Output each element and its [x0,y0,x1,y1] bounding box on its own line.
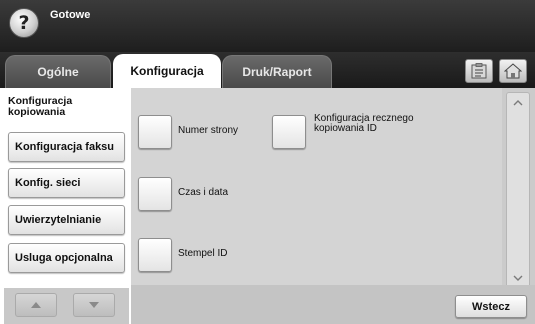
manual-id-copy-button[interactable] [272,115,306,149]
tab-strip: Ogólne Konfiguracja Druk/Raport [0,52,535,88]
sidebar-item-optional-service[interactable]: Usluga opcjonalna [8,243,125,273]
device-screen: ? Gotowe Ogólne Konfiguracja Druk/Raport… [0,0,535,324]
sidebar-pager [4,288,129,324]
time-date-button[interactable] [138,177,172,211]
sidebar-item-authentication[interactable]: Uwierzytelnianie [8,205,125,235]
help-button[interactable]: ? [9,8,39,38]
stamp-id-label: Stempel ID [178,248,228,259]
clipboard-button[interactable] [465,59,493,83]
stamp-id-button[interactable] [138,238,172,272]
page-number-button[interactable] [138,115,172,149]
sidebar-item-copy-setup[interactable]: Konfiguracja kopiowania [0,88,131,128]
tab-configuration[interactable]: Konfiguracja [113,54,221,88]
sidebar-item-network-setup[interactable]: Konfig. sieci [8,168,125,198]
sidebar-up-button[interactable] [15,293,57,317]
bottom-bar: Wstecz [131,285,535,324]
home-icon [504,63,522,79]
manual-id-copy-label: Konfiguracja recznego kopiowania ID [314,113,414,134]
chevron-up-icon [513,100,523,106]
tab-print-report[interactable]: Druk/Raport [222,55,332,88]
options-area: Numer strony Czas i data Stempel ID Konf… [131,88,502,285]
page-number-label: Numer strony [178,125,239,136]
main-panel: Numer strony Czas i data Stempel ID Konf… [131,88,535,324]
help-icon: ? [18,11,30,34]
status-text: Gotowe [50,9,91,21]
scroll-down-button[interactable] [509,270,527,286]
chevron-down-icon [513,275,523,281]
triangle-up-icon [31,302,41,308]
sidebar-item-fax-setup[interactable]: Konfiguracja faksu [8,132,125,162]
triangle-down-icon [89,302,99,308]
clipboard-icon [471,63,487,79]
back-button[interactable]: Wstecz [455,295,527,318]
scrollbar[interactable] [506,92,530,289]
tab-general[interactable]: Ogólne [5,55,111,88]
status-bar: ? Gotowe [0,0,535,52]
sidebar-down-button[interactable] [73,293,115,317]
scroll-up-button[interactable] [509,95,527,111]
sidebar: Konfiguracja kopiowania Konfiguracja fak… [0,88,131,324]
home-button[interactable] [499,59,527,83]
time-date-label: Czas i data [178,187,229,198]
